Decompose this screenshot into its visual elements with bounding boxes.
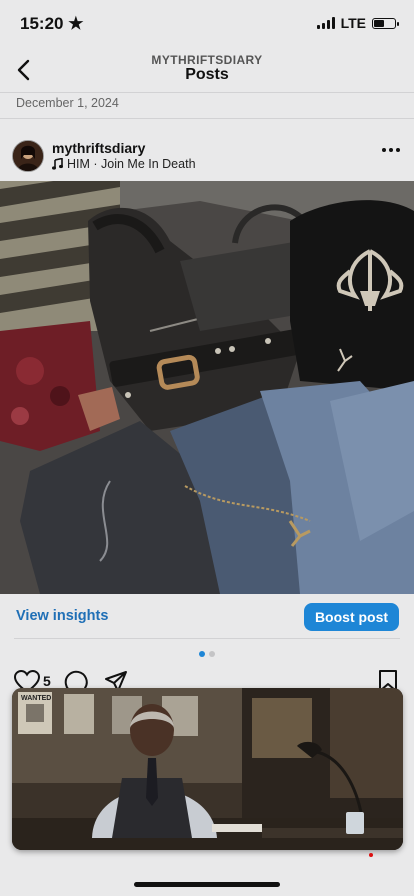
carousel-dot-active — [199, 651, 205, 657]
home-indicator — [134, 882, 280, 887]
carousel-dot — [209, 651, 215, 657]
more-options-button[interactable] — [382, 148, 400, 152]
star-icon: ★ — [68, 14, 84, 33]
recording-indicator — [369, 853, 373, 857]
video-frame: WANTED — [12, 688, 403, 850]
wanted-poster-text: WANTED — [21, 695, 51, 702]
thrift-flatlay-image — [0, 181, 414, 594]
account-name: MYTHRIFTSDIARY — [151, 53, 263, 67]
header-divider — [0, 92, 414, 93]
post-music[interactable]: HIM · Join Me In Death — [52, 157, 196, 171]
view-insights-link[interactable]: View insights — [16, 608, 108, 624]
post-username[interactable]: mythriftsdiary — [52, 140, 145, 156]
fleur-de-lis-top — [290, 200, 414, 391]
insights-divider — [14, 638, 400, 639]
avatar[interactable] — [12, 140, 44, 172]
picture-in-picture-video[interactable]: WANTED — [12, 688, 403, 850]
music-label: HIM · Join Me In Death — [67, 157, 196, 171]
carousel-indicator — [0, 651, 414, 657]
music-note-icon — [52, 158, 63, 170]
battery-icon — [372, 17, 399, 29]
post-image[interactable] — [0, 181, 414, 594]
signal-icon — [316, 17, 335, 29]
post-date: December 1, 2024 — [16, 96, 119, 110]
boost-post-button[interactable]: Boost post — [304, 603, 399, 631]
page-title: Posts — [185, 66, 229, 83]
like-count[interactable]: 5 — [43, 673, 51, 689]
status-indicators: LTE — [316, 15, 399, 31]
date-divider — [0, 118, 414, 119]
network-label: LTE — [340, 15, 366, 31]
status-time: 15:20 ★ — [20, 14, 84, 33]
